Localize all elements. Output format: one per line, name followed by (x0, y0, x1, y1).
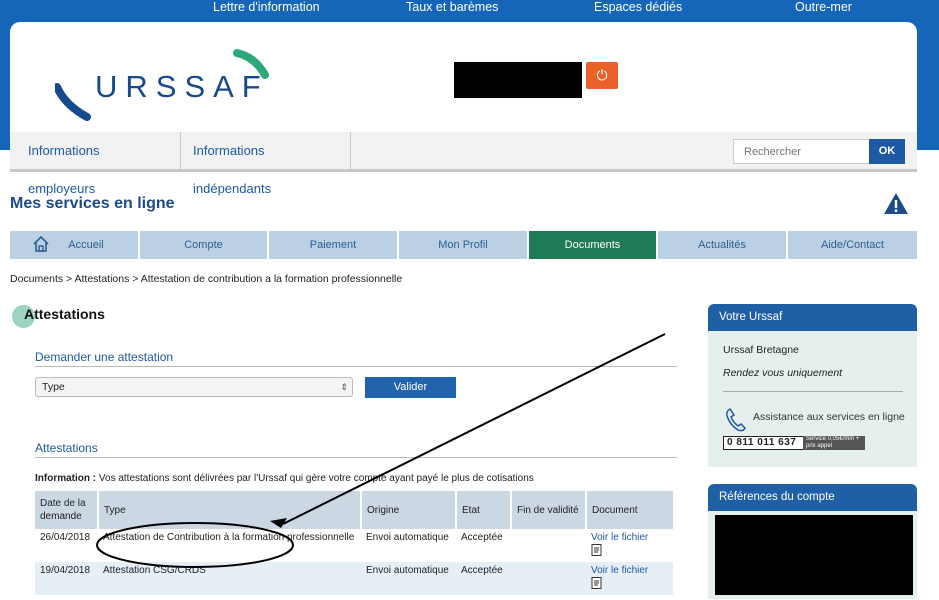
voir-fichier-link[interactable]: Voir le fichier (591, 565, 648, 576)
tab-documents[interactable]: Documents (529, 231, 658, 259)
topnav-outre-mer[interactable]: Outre-mer (795, 0, 852, 14)
divider (35, 457, 677, 458)
cell-document: Voir le fichier (586, 529, 673, 562)
type-select-value: Type (42, 381, 65, 393)
column-header: Document (586, 491, 673, 529)
voir-fichier-link[interactable]: Voir le fichier (591, 532, 648, 543)
cell-date: 19/04/2018 (35, 562, 98, 595)
info-text: Information : Vos attestations sont déli… (35, 473, 534, 484)
subnav-informations-independants[interactable]: Informations indépendants (181, 132, 351, 196)
column-header: Fin de validité (511, 491, 587, 529)
tab-paiement[interactable]: Paiement (269, 231, 399, 259)
redacted-user-name (454, 62, 582, 98)
table-row: 19/04/2018 Attestation CSG/CRDS Envoi au… (35, 562, 673, 595)
info-label: Information : (35, 473, 97, 484)
valider-button[interactable]: Valider (365, 377, 456, 398)
panel-title: Votre Urssaf (708, 304, 917, 331)
cell-type: Attestation de Contribution à la formati… (98, 529, 361, 562)
request-heading: Demander une attestation (35, 350, 174, 364)
cell-origine: Envoi automatique (361, 562, 456, 595)
phone-number: 0 811 011 637 (723, 436, 805, 450)
urssaf-logo[interactable]: URSSAF (55, 45, 285, 125)
panel-title: Références du compte (708, 484, 917, 511)
phone-icon (726, 408, 746, 432)
power-icon: ⏻ (596, 67, 608, 83)
home-icon (33, 235, 49, 252)
tab-accueil[interactable]: Accueil (10, 231, 140, 259)
urssaf-note: Rendez vous uniquement (723, 367, 843, 379)
search-ok-button[interactable]: OK (869, 139, 905, 164)
column-header: Date de la demande (35, 491, 99, 529)
tab-accueil-label: Accueil (68, 239, 104, 251)
pdf-file-icon[interactable] (591, 577, 603, 589)
logout-button[interactable]: ⏻ (586, 62, 618, 89)
cell-date: 26/04/2018 (35, 529, 98, 562)
section-title: Attestations (24, 306, 105, 322)
select-arrows-icon: ⇕ (340, 382, 348, 392)
logo-text: URSSAF (95, 69, 269, 104)
cell-etat: Acceptée (456, 529, 511, 562)
topnav-lettre-information[interactable]: Lettre d'information (213, 0, 320, 14)
tab-actualites[interactable]: Actualités (658, 231, 788, 259)
cell-etat: Acceptée (456, 562, 511, 595)
subnav-informations-employeurs[interactable]: Informations employeurs (16, 132, 181, 196)
topnav-taux-baremes[interactable]: Taux et barèmes (406, 0, 498, 14)
divider (35, 366, 677, 367)
attestations-heading: Attestations (35, 441, 98, 455)
urssaf-name: Urssaf Bretagne (723, 344, 799, 356)
attestations-table: Date de la demande Type Origine Etat Fin… (35, 491, 673, 595)
assist-label: Assistance aux services en ligne (753, 411, 905, 423)
main-tabs: Accueil Compte Paiement Mon Profil Docum… (10, 231, 917, 259)
cell-origine: Envoi automatique (361, 529, 456, 562)
tab-compte[interactable]: Compte (140, 231, 269, 259)
search-input[interactable] (733, 139, 870, 164)
topnav-espaces-dedies[interactable]: Espaces dédiés (594, 0, 682, 14)
type-select[interactable]: Type ⇕ (35, 377, 353, 397)
pdf-file-icon[interactable] (591, 544, 603, 556)
tab-mon-profil[interactable]: Mon Profil (399, 231, 529, 259)
column-header: Etat (456, 491, 512, 529)
phone-price-tag: Service 0,05€/min + prix appel (803, 436, 865, 450)
table-header-row: Date de la demande Type Origine Etat Fin… (35, 491, 673, 529)
cell-fin-validite (511, 529, 586, 562)
info-message: Vos attestations sont délivrées par l'Ur… (96, 473, 534, 484)
divider (723, 391, 903, 392)
page-title: Mes services en ligne (10, 195, 175, 212)
breadcrumb: Documents > Attestations > Attestation d… (10, 273, 403, 285)
cell-type: Attestation CSG/CRDS (98, 562, 361, 595)
warning-icon[interactable] (883, 192, 909, 216)
column-header: Type (98, 491, 362, 529)
cell-fin-validite (511, 562, 586, 595)
table-row: 26/04/2018 Attestation de Contribution à… (35, 529, 673, 562)
cell-document: Voir le fichier (586, 562, 673, 595)
tab-aide-contact[interactable]: Aide/Contact (788, 231, 917, 259)
redacted-account-references (715, 515, 913, 595)
column-header: Origine (361, 491, 457, 529)
